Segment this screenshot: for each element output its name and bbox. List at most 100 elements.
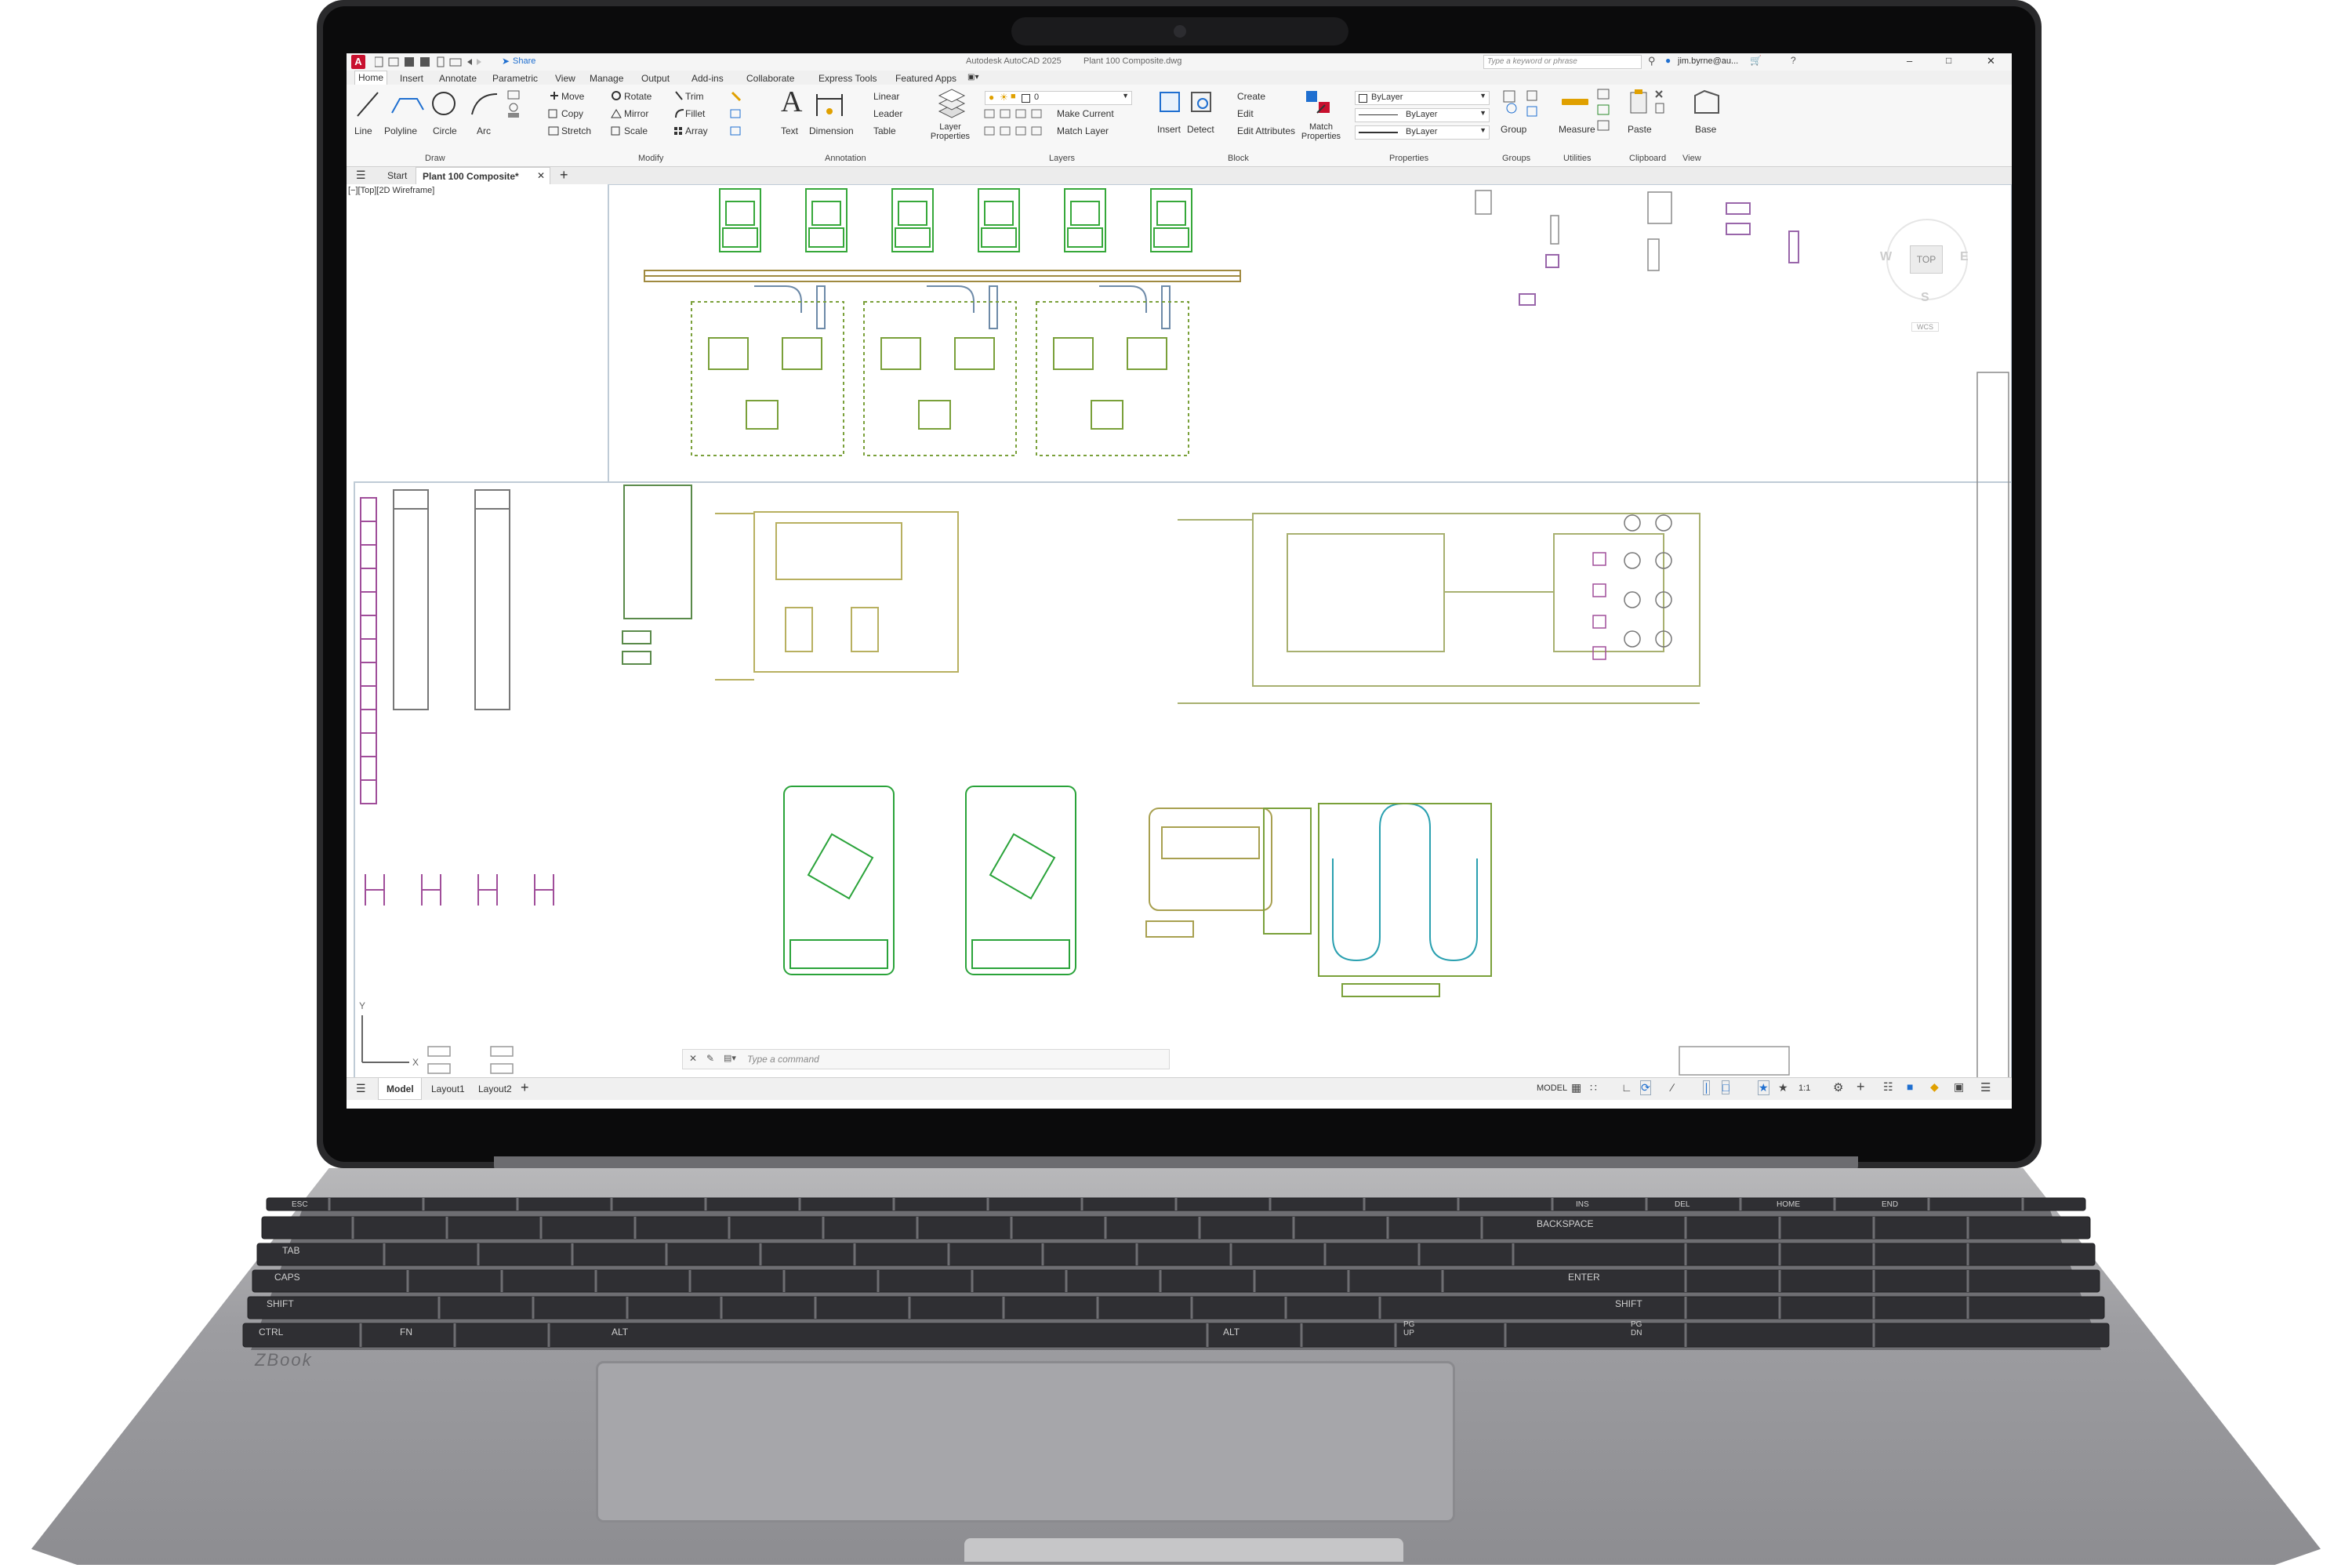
- annotation-scale[interactable]: 1:1: [1798, 1083, 1810, 1093]
- group-button[interactable]: Group: [1501, 124, 1526, 135]
- base-view-icon[interactable]: [1692, 89, 1723, 118]
- autocad-logo[interactable]: A: [351, 55, 365, 69]
- insert-block-button[interactable]: Insert: [1157, 124, 1181, 135]
- viewcube-south[interactable]: S: [1921, 291, 1929, 305]
- circle-tool[interactable]: Circle: [433, 125, 457, 136]
- file-tab-active[interactable]: Plant 100 Composite* ✕: [416, 167, 550, 184]
- minimize-icon[interactable]: –: [1907, 55, 1912, 67]
- dimension-icon[interactable]: [814, 89, 845, 121]
- help-icon[interactable]: ?: [1791, 55, 1796, 66]
- layer-tool-icons[interactable]: [983, 108, 1054, 140]
- edit-block-button[interactable]: Edit: [1237, 108, 1254, 119]
- tab-layout2[interactable]: Layout2: [478, 1083, 512, 1094]
- panel-label-annotation[interactable]: Annotation: [825, 154, 866, 163]
- layer-dropdown[interactable]: ● ☀ ■ 0 ▼: [985, 91, 1132, 105]
- search-input[interactable]: Type a keyword or phrase: [1483, 55, 1642, 69]
- lineweight-dropdown[interactable]: ByLayer ▼: [1355, 125, 1490, 140]
- tab-manage[interactable]: Manage: [590, 73, 623, 84]
- panel-label-properties[interactable]: Properties: [1389, 154, 1428, 163]
- create-block-button[interactable]: Create: [1237, 91, 1265, 102]
- hardware-icon[interactable]: ◆: [1930, 1080, 1939, 1094]
- arc-tool[interactable]: Arc: [477, 125, 491, 136]
- tab-model[interactable]: Model: [378, 1078, 422, 1100]
- leader-tool[interactable]: Leader: [873, 108, 902, 119]
- wcs-menu[interactable]: WCS: [1911, 322, 1939, 332]
- panel-label-groups[interactable]: Groups: [1502, 154, 1530, 163]
- share-icon[interactable]: ➤: [502, 56, 510, 67]
- text-tool[interactable]: Text: [781, 125, 798, 136]
- paste-icon[interactable]: [1626, 88, 1673, 119]
- tab-featured-apps[interactable]: Featured Apps: [895, 73, 956, 84]
- viewcube[interactable]: TOP W E S WCS: [1878, 216, 1973, 333]
- dimension-tool[interactable]: Dimension: [809, 125, 854, 136]
- layer-properties-button[interactable]: Layer Properties: [927, 122, 974, 141]
- annotation-visibility-icon[interactable]: ★: [1758, 1080, 1769, 1095]
- viewcube-top-face[interactable]: TOP: [1910, 245, 1943, 274]
- ortho-icon[interactable]: ∟: [1621, 1081, 1632, 1094]
- isolate-icon[interactable]: ■: [1907, 1080, 1913, 1093]
- tab-home[interactable]: Home: [354, 71, 388, 85]
- customize-command-icon[interactable]: ✎: [706, 1053, 714, 1064]
- measure-button[interactable]: Measure: [1559, 124, 1595, 135]
- user-icon[interactable]: ●: [1665, 55, 1671, 66]
- command-line[interactable]: ✕ ✎ ▤▾ Type a command: [682, 1049, 1170, 1069]
- panel-label-block[interactable]: Block: [1228, 154, 1249, 163]
- linear-dimension-tool[interactable]: Linear: [873, 91, 899, 102]
- maximize-icon[interactable]: □: [1946, 55, 1951, 66]
- panel-label-layers[interactable]: Layers: [1049, 154, 1075, 163]
- gear-icon[interactable]: ⚙: [1833, 1080, 1843, 1094]
- edit-attributes-button[interactable]: Edit Attributes: [1237, 125, 1295, 136]
- make-current-button[interactable]: Make Current: [1057, 108, 1114, 119]
- drawing-viewport[interactable]: [−][Top][2D Wireframe] Y X TOP W E S WCS: [347, 184, 2012, 1109]
- viewcube-east[interactable]: E: [1960, 250, 1969, 264]
- viewcube-west[interactable]: W: [1880, 250, 1892, 264]
- tab-insert[interactable]: Insert: [400, 73, 423, 84]
- autoscale-icon[interactable]: ★: [1778, 1081, 1788, 1094]
- polar-icon[interactable]: ⟳: [1640, 1080, 1651, 1095]
- panel-label-modify[interactable]: Modify: [638, 154, 663, 163]
- text-tool-icon[interactable]: A: [781, 85, 802, 119]
- line-tool[interactable]: Line: [354, 125, 372, 136]
- tab-output[interactable]: Output: [641, 73, 670, 84]
- new-tab-icon[interactable]: +: [560, 167, 568, 183]
- panel-label-view[interactable]: View: [1682, 154, 1701, 163]
- polyline-tool[interactable]: Polyline: [384, 125, 417, 136]
- panel-label-draw[interactable]: Draw: [425, 154, 445, 163]
- grid-icon[interactable]: ▦: [1571, 1081, 1581, 1094]
- paste-button[interactable]: Paste: [1628, 124, 1652, 135]
- utility-tool-icons[interactable]: [1596, 88, 1612, 135]
- osnap-icon[interactable]: ∣: [1703, 1080, 1710, 1095]
- tab-annotate[interactable]: Annotate: [439, 73, 477, 84]
- measure-icon[interactable]: [1562, 99, 1588, 105]
- layer-properties-icon[interactable]: [936, 88, 967, 122]
- panel-label-clipboard[interactable]: Clipboard: [1629, 154, 1666, 163]
- detect-button[interactable]: Detect: [1187, 124, 1214, 135]
- quick-access-toolbar[interactable]: [375, 56, 492, 67]
- tab-layout1[interactable]: Layout1: [431, 1083, 465, 1094]
- match-layer-button[interactable]: Match Layer: [1057, 125, 1109, 136]
- ribbon-options-icon[interactable]: ▣▾: [967, 73, 978, 82]
- file-tab-start[interactable]: Start: [387, 170, 407, 181]
- user-account[interactable]: jim.byrne@au...: [1678, 56, 1738, 66]
- tab-addins[interactable]: Add-ins: [691, 73, 724, 84]
- table-tool[interactable]: Table: [873, 125, 896, 136]
- close-tab-icon[interactable]: ✕: [537, 170, 545, 181]
- close-command-icon[interactable]: ✕: [689, 1053, 697, 1064]
- customize-icon[interactable]: ☰: [1980, 1080, 1991, 1094]
- add-layout-icon[interactable]: +: [521, 1080, 529, 1096]
- snap-icon[interactable]: ∷: [1590, 1081, 1597, 1094]
- model-space-toggle[interactable]: MODEL: [1537, 1083, 1567, 1093]
- tab-collaborate[interactable]: Collaborate: [746, 73, 794, 84]
- tab-view[interactable]: View: [555, 73, 575, 84]
- menu-icon[interactable]: ☰: [356, 169, 366, 182]
- command-input[interactable]: Type a command: [747, 1054, 819, 1065]
- tab-parametric[interactable]: Parametric: [492, 73, 538, 84]
- share-button[interactable]: Share: [513, 56, 535, 66]
- match-properties-button[interactable]: Match Properties: [1297, 122, 1345, 141]
- plus-icon[interactable]: +: [1857, 1079, 1865, 1095]
- command-history-icon[interactable]: ▤▾: [724, 1053, 736, 1063]
- properties-icon[interactable]: ☷: [1883, 1080, 1893, 1094]
- group-icon[interactable]: [1501, 88, 1548, 119]
- panel-label-utilities[interactable]: Utilities: [1563, 154, 1591, 163]
- tab-express-tools[interactable]: Express Tools: [818, 73, 877, 84]
